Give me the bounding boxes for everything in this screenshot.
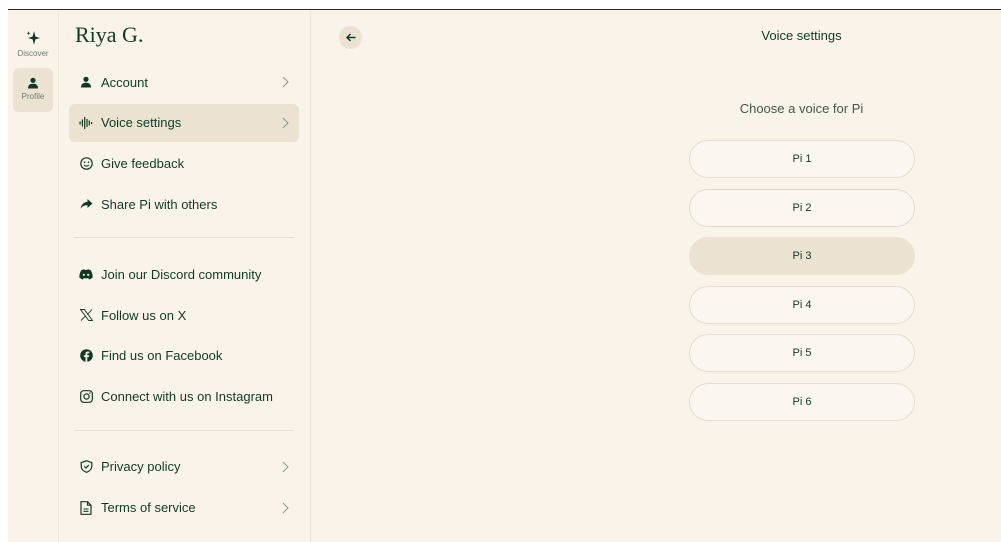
menu-divider [74,429,294,431]
waveform-icon [79,116,93,130]
menu-item-discord[interactable]: Join our Discord community [69,255,299,293]
voice-option-pi-2[interactable]: Pi 2 [689,188,915,227]
menu-item-privacy-policy[interactable]: Privacy policy [69,448,299,486]
menu-item-label: Account [101,74,148,90]
voice-option-pi-4[interactable]: Pi 4 [689,285,915,324]
voice-options-list: Pi 1 Pi 2 Pi 3 Pi 4 Pi 5 Pi 6 [689,140,915,432]
menu-item-give-feedback[interactable]: Give feedback [69,145,299,183]
app-window: Discover Profile Riya G. Account Voice s… [8,9,1001,542]
menu-item-terms-of-service[interactable]: Terms of service [69,489,299,527]
menu-item-label: Privacy policy [101,459,181,475]
page-title: Voice settings [761,28,842,43]
share-arrow-icon [79,197,93,211]
voice-prompt: Choose a voice for Pi [739,101,864,116]
menu-item-share-pi[interactable]: Share Pi with others [69,185,299,223]
menu-item-label: Give feedback [101,156,185,172]
profile-label: Profile [21,92,45,101]
menu-item-voice-settings[interactable]: Voice settings [69,103,299,142]
voice-option-pi-3[interactable]: Pi 3 [689,237,915,276]
voice-option-pi-6[interactable]: Pi 6 [689,382,915,421]
x-icon [79,308,93,322]
user-icon [27,77,39,89]
chevron-right-icon [282,461,289,473]
user-icon [79,75,93,89]
back-button[interactable] [339,26,362,49]
menu-item-label: Voice settings [101,115,182,131]
profile-menu: Account Voice settings Give feedback Sha… [69,63,299,529]
menu-item-label: Find us on Facebook [101,348,223,364]
menu-item-label: Follow us on X [101,307,187,323]
chevron-right-icon [282,117,289,129]
discover-label: Discover [17,49,49,58]
nav-rail: Discover Profile [8,10,59,542]
instagram-icon [79,390,93,404]
menu-item-instagram[interactable]: Connect with us on Instagram [69,378,299,416]
menu-item-label: Join our Discord community [101,266,262,282]
facebook-icon [79,349,93,363]
back-arrow-icon [345,29,356,47]
profile-nav-item[interactable]: Profile [13,68,53,112]
shield-icon [79,460,93,474]
menu-item-facebook[interactable]: Find us on Facebook [69,337,299,375]
menu-item-account[interactable]: Account [69,63,299,101]
smiley-icon [79,157,93,171]
discover-nav-item[interactable]: Discover [13,28,53,62]
voice-settings-panel: Voice settings Choose a voice for Pi Pi … [311,10,1001,542]
voice-option-pi-1[interactable]: Pi 1 [689,140,915,178]
voice-option-pi-5[interactable]: Pi 5 [689,334,915,373]
chevron-right-icon [282,76,289,88]
menu-item-label: Terms of service [101,500,196,516]
user-name: Riya G. [75,22,144,47]
menu-item-label: Share Pi with others [101,196,218,212]
menu-item-label: Connect with us on Instagram [101,389,273,405]
profile-sidebar: Riya G. Account Voice settings Give feed… [59,10,311,542]
menu-item-follow-x[interactable]: Follow us on X [69,296,299,334]
chevron-right-icon [282,502,289,514]
document-icon [79,500,93,515]
menu-divider [74,237,294,239]
sparkle-icon [25,30,41,46]
discord-icon [79,267,93,281]
